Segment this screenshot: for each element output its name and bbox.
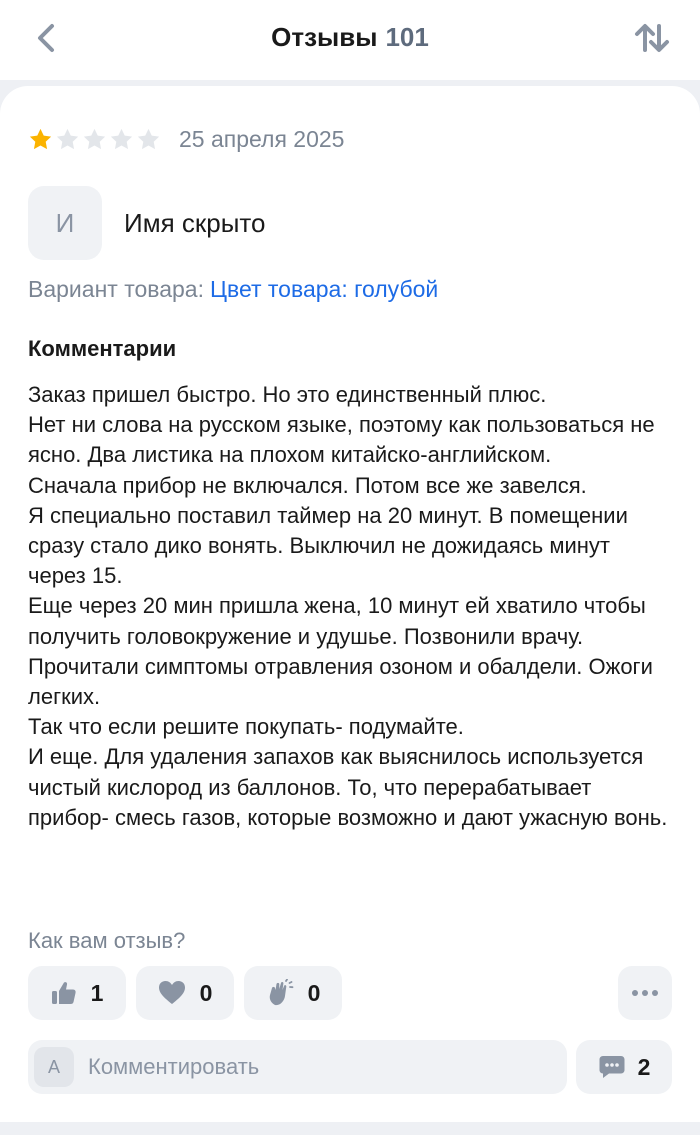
comments-heading: Комментарии <box>28 336 177 361</box>
sort-arrows-icon <box>635 24 669 52</box>
like-count: 1 <box>90 979 104 1006</box>
review-date: 25 апреля 2025 <box>179 126 345 152</box>
like-button[interactable]: 1 <box>28 966 126 1020</box>
comment-placeholder: Комментировать <box>88 1054 260 1079</box>
top-bar: Отзывы 101 <box>0 0 700 80</box>
star-empty-icon <box>110 128 133 150</box>
chat-bubble-icon <box>599 1056 625 1078</box>
variant-value-link[interactable]: Цвет товара: голубой <box>210 276 438 302</box>
reactions-bar: 1 0 0 <box>28 966 342 1020</box>
author-name: Имя скрыто <box>124 207 266 238</box>
avatar: И <box>28 186 102 260</box>
comments-button[interactable]: 2 <box>576 1040 672 1094</box>
page-title: Отзывы 101 <box>0 22 700 53</box>
review-card: 25 апреля 2025 И Имя скрыто Вариант това… <box>0 86 700 1122</box>
star-filled-icon <box>29 128 52 150</box>
thumbs-up-icon <box>51 982 76 1004</box>
more-options-button[interactable] <box>618 966 672 1020</box>
variant-label: Вариант товара: <box>28 276 204 302</box>
feedback-question: Как вам отзыв? <box>28 928 186 953</box>
sort-button[interactable] <box>630 18 674 58</box>
more-dots-icon <box>632 990 658 996</box>
review-text: Заказ пришел быстро. Но это единственный… <box>28 382 668 830</box>
star-rating <box>28 127 161 152</box>
star-empty-icon <box>56 128 79 150</box>
heart-icon <box>158 981 185 1004</box>
author-row: И Имя скрыто <box>28 186 265 260</box>
clap-button[interactable]: 0 <box>244 966 342 1020</box>
rating-row: 25 апреля 2025 <box>28 126 344 153</box>
star-empty-icon <box>137 128 160 150</box>
star-empty-icon <box>83 128 106 150</box>
heart-count: 0 <box>199 979 213 1006</box>
heart-button[interactable]: 0 <box>136 966 234 1020</box>
reviews-count: 101 <box>385 22 429 52</box>
comment-input[interactable]: А Комментировать <box>28 1040 567 1094</box>
comments-count: 2 <box>637 1053 651 1080</box>
product-variant: Вариант товара: Цвет товара: голубой <box>28 276 438 303</box>
page-title-text: Отзывы <box>271 22 378 52</box>
clap-count: 0 <box>307 979 321 1006</box>
clapping-hands-icon <box>269 979 293 1006</box>
user-avatar: А <box>34 1047 74 1087</box>
